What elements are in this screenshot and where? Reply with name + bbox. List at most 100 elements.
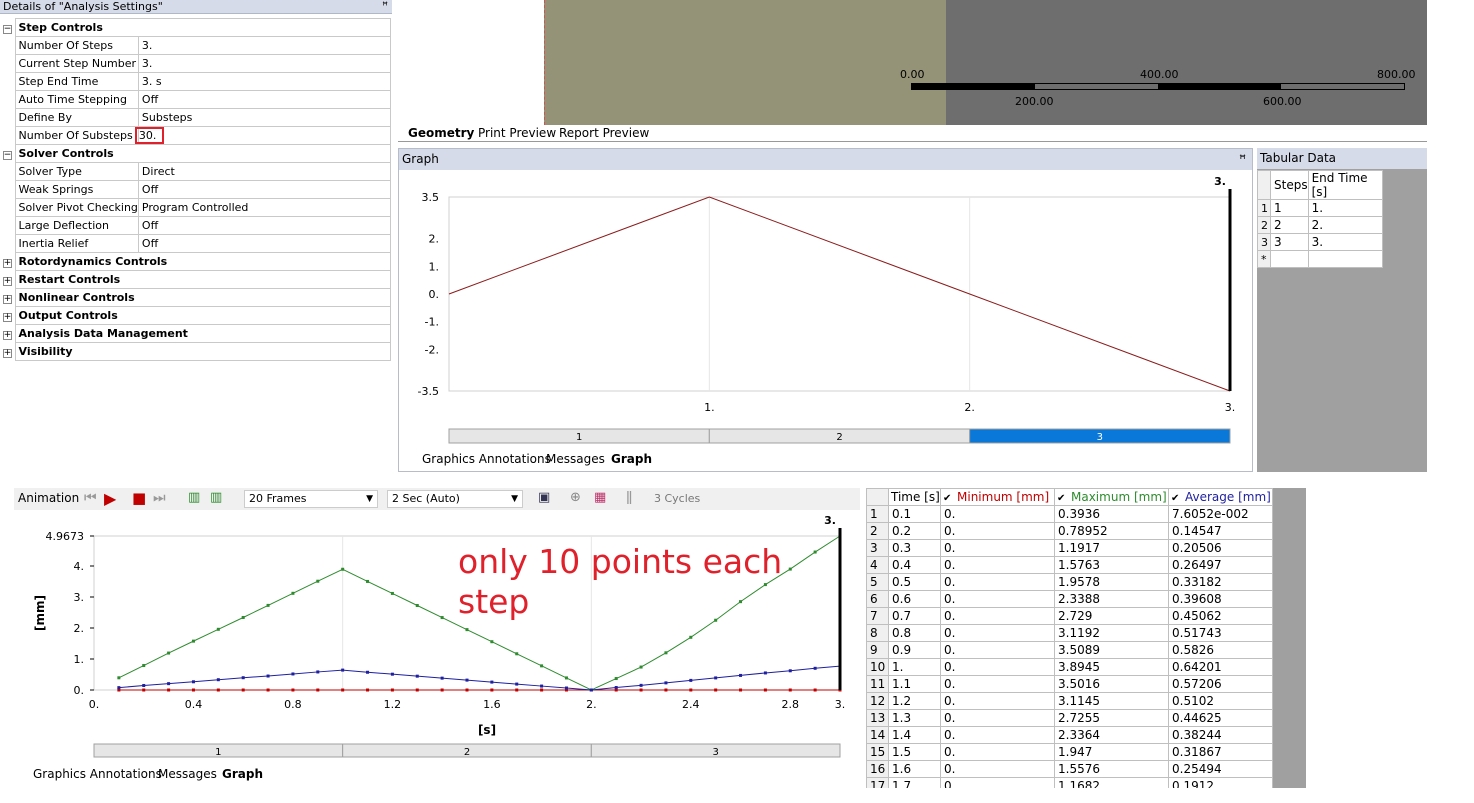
table-cell[interactable]: 0.5826 [1168, 641, 1273, 659]
table-cell[interactable]: 2. [1307, 216, 1383, 234]
table-cell[interactable]: 0. [940, 522, 1055, 540]
property-value[interactable]: Off [137, 90, 392, 109]
table-cell[interactable]: 0.3936 [1054, 505, 1169, 523]
table-row[interactable]: 2 0.2 0. 0.78952 0.14547 [866, 522, 1273, 540]
table-cell[interactable]: 0.31867 [1168, 743, 1273, 761]
table-cell[interactable]: 1.5576 [1054, 760, 1169, 778]
table-cell[interactable]: 0.4 [888, 556, 941, 574]
expander-icon[interactable]: + [0, 325, 15, 343]
table-cell[interactable]: 0. [940, 624, 1055, 642]
property-value[interactable]: Substeps [137, 108, 392, 127]
column-header[interactable]: End Time [s] [1307, 170, 1383, 200]
table-cell[interactable]: 0.2 [888, 522, 941, 540]
table-cell[interactable]: 3.1145 [1054, 692, 1169, 710]
details-group-row[interactable]: + Rotordynamics Controls [0, 252, 391, 271]
table-row[interactable]: 7 0.7 0. 2.729 0.45062 [866, 607, 1273, 625]
details-group-row[interactable]: + Nonlinear Controls [0, 288, 391, 307]
table-cell[interactable]: 1. [1307, 199, 1383, 217]
cycles-icon[interactable]: ǁ [626, 490, 632, 505]
tab-graphics-annotations[interactable]: Graphics Annotations [416, 451, 557, 468]
tab-graph[interactable]: Graph [216, 766, 269, 783]
table-cell[interactable]: 0.20506 [1168, 539, 1273, 557]
table-cell[interactable]: 1. [888, 658, 941, 676]
next-frame-icon[interactable]: ⏭ [153, 490, 166, 506]
table-cell[interactable]: 0.45062 [1168, 607, 1273, 625]
table-row[interactable]: 3 3 3. [1257, 233, 1383, 251]
table-cell[interactable]: 1.3 [888, 709, 941, 727]
table-cell[interactable]: 1.4 [888, 726, 941, 744]
expander-icon[interactable]: + [0, 253, 15, 271]
table-cell[interactable]: 0.9 [888, 641, 941, 659]
checkbox-icon[interactable]: ✔ [943, 493, 953, 504]
column-header[interactable]: ✔ Minimum [mm] [940, 488, 1055, 506]
frames-dropdown[interactable]: 20 Frames ▼ [244, 490, 378, 508]
table-cell[interactable]: 2.729 [1054, 607, 1169, 625]
table-row[interactable]: 1 1 1. [1257, 199, 1383, 217]
details-group-row[interactable]: − Step Controls [0, 18, 391, 37]
table-cell[interactable]: 0.8 [888, 624, 941, 642]
table-cell[interactable]: 0.5102 [1168, 692, 1273, 710]
property-value[interactable]: 3. [137, 54, 392, 73]
details-property-row[interactable]: Inertia Relief Off [0, 234, 392, 253]
table-cell[interactable]: 2.7255 [1054, 709, 1169, 727]
table-cell[interactable]: 0. [940, 692, 1055, 710]
expander-icon[interactable]: + [0, 343, 15, 361]
column-header[interactable]: Time [s] [888, 488, 941, 506]
table-row[interactable]: 14 1.4 0. 2.3364 0.38244 [866, 726, 1273, 744]
table-row[interactable]: 11 1.1 0. 3.5016 0.57206 [866, 675, 1273, 693]
table-cell[interactable]: 2.3388 [1054, 590, 1169, 608]
table-cell[interactable]: 0.78952 [1054, 522, 1169, 540]
table-cell[interactable]: 0. [940, 709, 1055, 727]
pin-icon[interactable]: ꟸ [382, 0, 388, 13]
expander-icon[interactable]: − [0, 145, 15, 163]
tab-graph[interactable]: Graph [605, 451, 658, 468]
property-value[interactable]: 3. [137, 36, 392, 55]
details-group-row[interactable]: + Visibility [0, 342, 391, 361]
table-cell[interactable]: 1.1682 [1054, 777, 1169, 788]
table-row[interactable]: 6 0.6 0. 2.3388 0.39608 [866, 590, 1273, 608]
table-cell[interactable]: 1.1 [888, 675, 941, 693]
table-cell[interactable]: 1.9578 [1054, 573, 1169, 591]
details-property-row[interactable]: Number Of Steps 3. [0, 36, 392, 55]
table-cell[interactable]: 1.7 [888, 777, 941, 788]
details-property-row[interactable]: Large Deflection Off [0, 216, 392, 235]
table-row[interactable]: 10 1. 0. 3.8945 0.64201 [866, 658, 1273, 676]
table-cell[interactable]: 0.38244 [1168, 726, 1273, 744]
table-cell[interactable]: 0. [940, 658, 1055, 676]
zoom-icon[interactable]: ⊕ [570, 490, 581, 505]
table-cell[interactable]: 1.2 [888, 692, 941, 710]
expander-icon[interactable]: + [0, 307, 15, 325]
property-value[interactable]: Off [137, 180, 392, 199]
table-cell[interactable]: 7.6052e-002 [1168, 505, 1273, 523]
table-cell[interactable]: 3.5016 [1054, 675, 1169, 693]
expander-icon[interactable]: + [0, 289, 15, 307]
column-header[interactable]: ✔ Maximum [mm] [1054, 488, 1169, 506]
table-cell[interactable]: 0.51743 [1168, 624, 1273, 642]
table-cell[interactable]: 0.1912 [1168, 777, 1273, 788]
table-cell[interactable]: 0.64201 [1168, 658, 1273, 676]
table-cell[interactable]: 0.1 [888, 505, 941, 523]
table-cell[interactable]: 2 [1270, 216, 1309, 234]
table-cell[interactable]: 0.57206 [1168, 675, 1273, 693]
property-value[interactable]: Direct [137, 162, 392, 181]
expander-icon[interactable]: − [0, 19, 15, 37]
table-cell[interactable]: 0. [940, 505, 1055, 523]
table-row[interactable]: 17 1.7 0. 1.1682 0.1912 [866, 777, 1273, 788]
details-group-row[interactable]: + Analysis Data Management [0, 324, 391, 343]
table-cell[interactable]: 0. [940, 777, 1055, 788]
export-video-icon[interactable]: ▣ [538, 490, 550, 505]
table-cell[interactable]: 0.39608 [1168, 590, 1273, 608]
checkbox-icon[interactable]: ✔ [1171, 493, 1181, 504]
table-cell[interactable] [1307, 250, 1383, 268]
table-cell[interactable]: 0.44625 [1168, 709, 1273, 727]
table-cell[interactable]: 0. [940, 675, 1055, 693]
table-cell[interactable]: 0. [940, 590, 1055, 608]
table-cell[interactable]: 3 [1270, 233, 1309, 251]
table-cell[interactable]: 3.8945 [1054, 658, 1169, 676]
table-row[interactable]: 9 0.9 0. 3.5089 0.5826 [866, 641, 1273, 659]
table-cell[interactable]: 0.5 [888, 573, 941, 591]
table-cell[interactable]: 3. [1307, 233, 1383, 251]
table-cell[interactable]: 0.6 [888, 590, 941, 608]
tab-report-preview[interactable]: Report Preview [553, 125, 655, 142]
details-group-row[interactable]: + Restart Controls [0, 270, 391, 289]
